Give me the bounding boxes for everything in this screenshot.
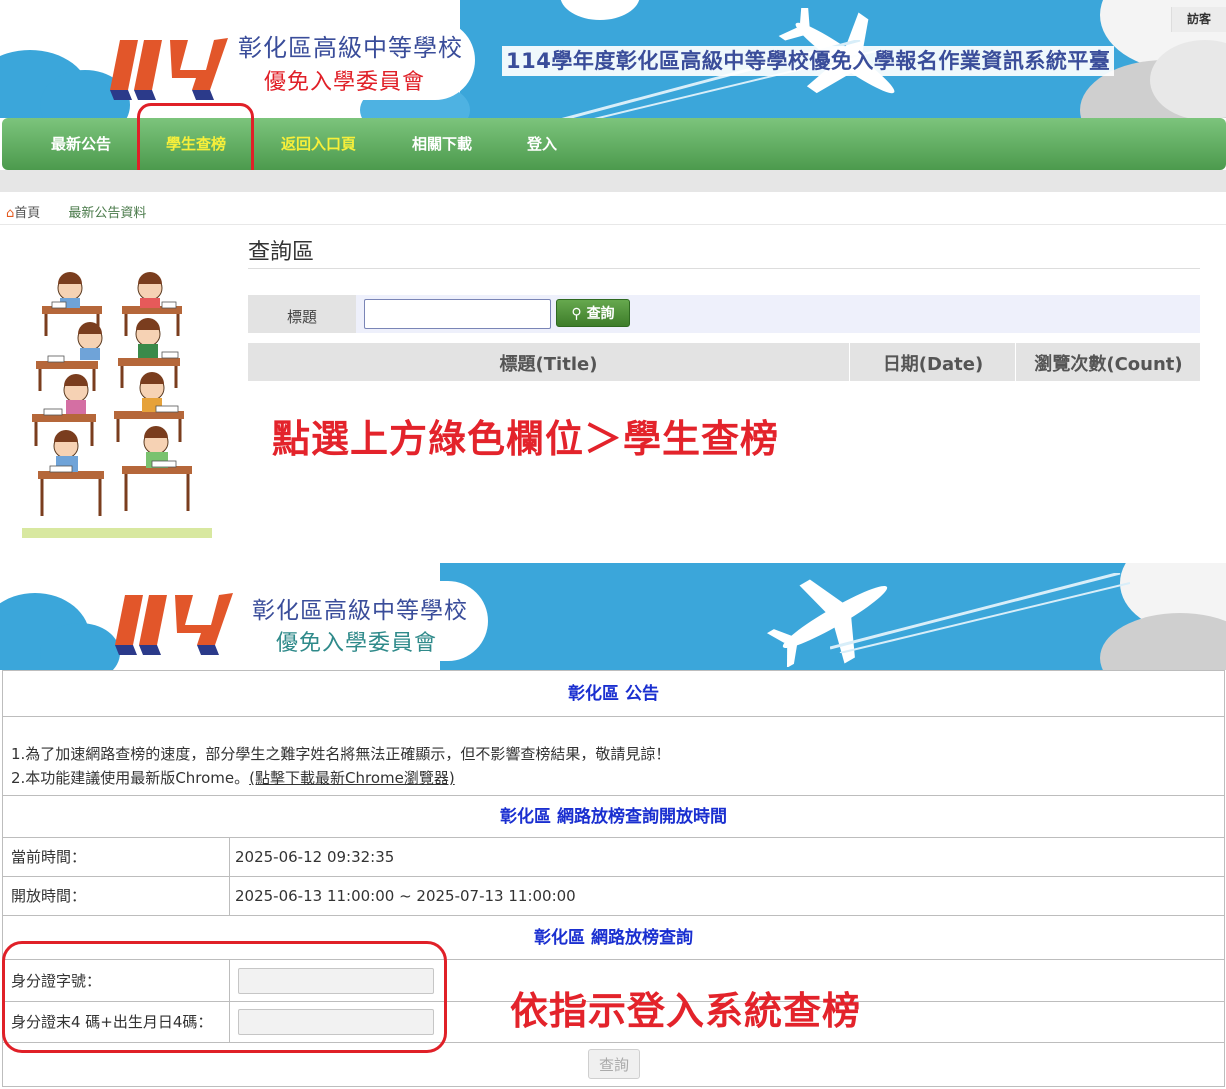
results-banner: 彰化區高級中等學校 優免入學委員會 <box>0 563 1226 670</box>
logo-114-icon <box>110 38 228 100</box>
org-name-line2: 優免入學委員會 <box>276 631 438 656</box>
time-title-row: 彰化區 網路放榜查詢開放時間 <box>3 796 1224 838</box>
notice-line-1: 1.為了加速網路查榜的速度，部分學生之難字姓名將無法正確顯示，但不影響查榜結果，… <box>11 745 671 763</box>
search-bar: 標題 ⚲ 查詢 <box>248 295 1200 333</box>
visitor-label[interactable]: 訪客 <box>1171 7 1226 32</box>
search-section-title: 查詢區 <box>248 240 315 265</box>
open-time-row: 開放時間： 2025-06-13 11:00:00 ~ 2025-07-13 1… <box>3 877 1224 916</box>
submit-query-button[interactable]: 查詢 <box>588 1049 640 1079</box>
notice-title: 彰化區 公告 <box>568 684 659 704</box>
open-time-label: 開放時間： <box>3 877 230 915</box>
nav-item-login[interactable]: 登入 <box>527 118 557 170</box>
content-panel: ⌂首頁 最新公告資料 查詢區 標題 ⚲ 查詢 標題(Title) 日期(Date… <box>0 192 1226 562</box>
column-header-title[interactable]: 標題(Title) <box>248 343 850 381</box>
search-button-label: 查詢 <box>586 306 615 322</box>
notice-line-2-text: 2.本功能建議使用最新版Chrome。 <box>11 769 250 787</box>
column-header-count[interactable]: 瀏覽次數(Count) <box>1017 343 1200 381</box>
divider <box>0 224 1226 225</box>
org-name-line2: 優免入學委員會 <box>264 70 426 95</box>
query-title: 彰化區 網路放榜查詢 <box>534 928 693 948</box>
open-time-value: 2025-06-13 11:00:00 ~ 2025-07-13 11:00:0… <box>235 887 576 905</box>
org-name-line1: 彰化區高級中等學校 <box>252 598 468 624</box>
org-name-line1: 彰化區高級中等學校 <box>238 34 463 62</box>
current-time-row: 當前時間： 2025-06-12 09:32:35 <box>3 838 1224 877</box>
notice-body-row: 1.為了加速網路查榜的速度，部分學生之難字姓名將無法正確顯示，但不影響查榜結果，… <box>3 717 1224 796</box>
time-title: 彰化區 網路放榜查詢開放時間 <box>500 807 727 827</box>
notice-title-row: 彰化區 公告 <box>3 671 1224 717</box>
logo-114-icon <box>115 593 233 655</box>
notice-line-2: 2.本功能建議使用最新版Chrome。(點擊下載最新Chrome瀏覽器) <box>11 767 455 788</box>
nav-item-latest-news[interactable]: 最新公告 <box>51 118 111 170</box>
breadcrumb: ⌂首頁 最新公告資料 <box>6 202 146 221</box>
nav-item-downloads[interactable]: 相關下載 <box>412 118 472 170</box>
column-header-date[interactable]: 日期(Date) <box>851 343 1016 381</box>
search-button[interactable]: ⚲ 查詢 <box>556 299 630 327</box>
search-title-label: 標題 <box>248 295 356 333</box>
cloud-decoration <box>40 623 120 670</box>
classroom-illustration <box>22 272 212 538</box>
search-icon: ⚲ <box>571 306 582 322</box>
divider-band <box>0 170 1226 192</box>
search-title-input[interactable] <box>364 299 551 329</box>
top-banner: 彰化區高級中等學校 優免入學委員會 114學年度彰化區高級中等學校優免入學報名作… <box>0 0 1226 118</box>
chrome-download-link[interactable]: (點擊下載最新Chrome瀏覽器) <box>249 769 455 787</box>
instruction-annotation-1: 點選上方綠色欄位＞學生查榜 <box>272 417 780 461</box>
divider <box>248 268 1200 269</box>
current-time-value: 2025-06-12 09:32:35 <box>235 848 395 866</box>
news-table-header: 標題(Title) 日期(Date) 瀏覽次數(Count) <box>248 343 1200 381</box>
breadcrumb-home[interactable]: 首頁 <box>14 206 40 221</box>
nav-item-return-portal[interactable]: 返回入口頁 <box>281 118 356 170</box>
system-title: 114學年度彰化區高級中等學校優免入學報名作業資訊系統平臺 <box>502 46 1115 76</box>
breadcrumb-current: 最新公告資料 <box>68 206 147 221</box>
highlight-oval <box>2 941 447 1053</box>
current-time-label: 當前時間： <box>3 838 230 876</box>
instruction-annotation-2: 依指示登入系統查榜 <box>510 989 862 1033</box>
contrail-decoration <box>830 573 1130 653</box>
